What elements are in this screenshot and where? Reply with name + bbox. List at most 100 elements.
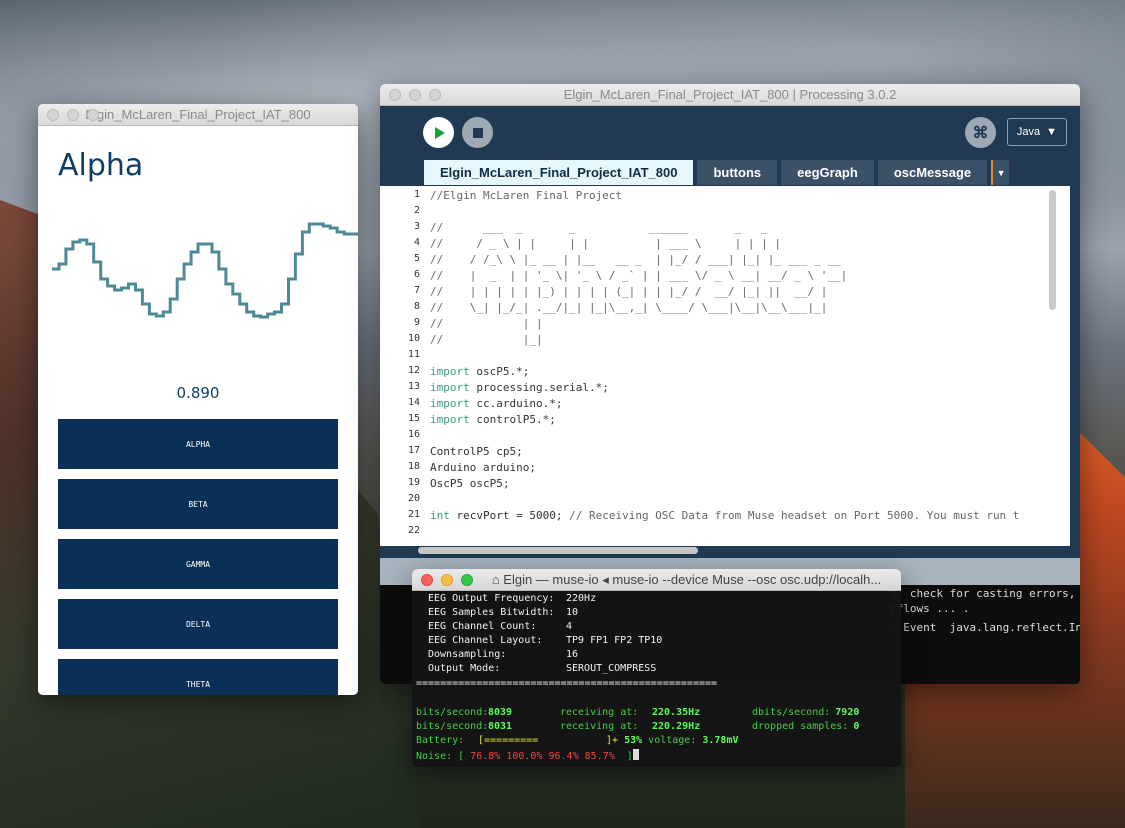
eeg-waveform <box>52 222 358 319</box>
delta-button[interactable]: DELTA <box>58 599 338 649</box>
line-number: 14 <box>407 397 420 408</box>
separator: ========================================… <box>416 678 718 689</box>
line-number-gutter: 1 2 3 4 5 6 7 8 9 10 11 12 13 14 15 16 17 18 19 20 21 22 <box>380 186 424 546</box>
stat-bits-label: bits/second: <box>416 707 489 718</box>
line-number: 10 <box>407 333 420 344</box>
tab-menu-button[interactable]: ▼ <box>991 160 1010 185</box>
alpha-button[interactable]: ALPHA <box>58 419 338 469</box>
mode-select[interactable]: Java ▼ <box>1007 118 1067 146</box>
ide-titlebar[interactable]: Elgin_McLaren_Final_Project_IAT_800 | Pr… <box>380 84 1080 106</box>
noise-row: Noise: [ 76.8% 100.0% 96.4% 85.7% ] <box>416 749 639 762</box>
line-number: 5 <box>413 253 420 264</box>
stat-extra-label: dropped samples: <box>752 721 849 732</box>
stats-row: bits/second:8039 receiving at: 220.35Hz dbi… <box>416 707 859 718</box>
line-number: 4 <box>413 237 420 248</box>
config-row: EEG Channel Layout: TP9 FP1 FP2 TP10 <box>428 635 662 646</box>
stat-extra: 7920 <box>835 707 860 718</box>
code-line: // / /_\ \ |_ __ | |__ __ _ | |_/ / ___|… <box>430 253 841 266</box>
terminal-title: Elgin — muse-io ◂ muse-io --device Muse … <box>503 571 882 587</box>
noise-value: 76.8% <box>470 751 501 762</box>
code-line: // | | <box>430 317 543 330</box>
stat-extra-label: dbits/second: <box>752 707 831 718</box>
terminal-titlebar[interactable]: ⌂ Elgin — muse-io ◂ muse-io --device Mus… <box>412 569 901 591</box>
run-button[interactable] <box>423 117 454 148</box>
mode-label: Java <box>1016 126 1041 138</box>
minimize-button[interactable] <box>441 574 453 586</box>
config-value: 10 <box>566 607 579 618</box>
stat-extra: 0 <box>853 721 860 732</box>
line-number: 1 <box>413 189 420 200</box>
terminal-cursor <box>632 749 639 760</box>
debug-butterfly-icon[interactable]: ⌘ <box>965 117 996 148</box>
zoom-button[interactable] <box>429 89 441 101</box>
line-number: 2 <box>413 205 420 216</box>
code-line: OscP5 oscP5; <box>430 477 510 490</box>
line-number: 18 <box>407 461 420 472</box>
stat-recv-label: receiving at: <box>560 721 639 732</box>
line-number: 7 <box>413 285 420 296</box>
tab-eeggraph[interactable]: eegGraph <box>781 160 874 185</box>
tab-main[interactable]: Elgin_McLaren_Final_Project_IAT_800 <box>424 160 694 185</box>
config-label: Output Mode: <box>428 663 501 674</box>
stat-recv: 220.29Hz <box>652 721 701 732</box>
tab-buttons[interactable]: buttons <box>697 160 778 185</box>
ide-toolbar: ⌘ Java ▼ <box>380 106 1080 160</box>
terminal-output[interactable]: EEG Output Frequency: 220Hz EEG Samples Bi… <box>412 591 901 767</box>
beta-button[interactable]: BETA <box>58 479 338 529</box>
line-number: 16 <box>407 429 420 440</box>
config-value: 220Hz <box>566 593 597 604</box>
config-value: 4 <box>566 621 573 632</box>
code-line: // \_| |_/_| .__/|_| |_|\__,_| \____/ \_… <box>430 301 828 314</box>
battery-bar: [========= <box>478 735 539 746</box>
zoom-button[interactable] <box>461 574 473 586</box>
console-line: rflows ... . <box>890 602 970 615</box>
stat-bits-label: bits/second: <box>416 721 489 732</box>
stat-recv-label: receiving at: <box>560 707 639 718</box>
close-button[interactable] <box>421 574 433 586</box>
terminal-window: ⌂ Elgin — muse-io ◂ muse-io --device Mus… <box>412 569 901 767</box>
stop-button[interactable] <box>462 117 493 148</box>
config-label: Downsampling: <box>428 649 507 660</box>
code-editor[interactable]: 1 2 3 4 5 6 7 8 9 10 11 12 13 14 15 16 17 18 19 20 21 22 //El… <box>380 186 1070 554</box>
noise-label: Noise: [ <box>416 751 465 762</box>
chevron-down-icon: ▼ <box>1046 126 1058 138</box>
line-number: 20 <box>407 493 420 504</box>
battery-row: Battery: [=========]+ 53% voltage: 3.78mV <box>416 735 739 746</box>
code-line: // |_| <box>430 333 543 346</box>
minimize-button[interactable] <box>409 89 421 101</box>
line-number: 22 <box>407 525 420 536</box>
code-area[interactable]: //Elgin McLaren Final Project // ___ _ _ … <box>430 186 1056 538</box>
minimize-button[interactable] <box>67 109 79 121</box>
code-line: ControlP5 cp5; <box>430 445 523 458</box>
editor-horizontal-scrollbar[interactable] <box>418 547 698 554</box>
stop-icon <box>472 127 483 138</box>
code-line: // | | | | | |_) | | | | (_| | | |_/ / _… <box>430 285 828 298</box>
tab-oscmessage[interactable]: oscMessage <box>877 160 988 185</box>
gamma-button[interactable]: GAMMA <box>58 539 338 589</box>
code-line: import controlP5.*; <box>430 413 556 426</box>
config-value: 16 <box>566 649 579 660</box>
config-row: EEG Samples Bitwidth: 10 <box>428 607 578 618</box>
battery-bar-end: ]+ <box>606 735 619 746</box>
close-button[interactable] <box>47 109 59 121</box>
config-label: EEG Samples Bitwidth: <box>428 607 555 618</box>
sketch-titlebar[interactable]: Elgin_McLaren_Final_Project_IAT_800 <box>38 104 358 126</box>
home-icon: ⌂ <box>491 572 504 587</box>
line-number: 17 <box>407 445 420 456</box>
line-number: 21 <box>407 509 420 520</box>
zoom-button[interactable] <box>87 109 99 121</box>
config-label: EEG Channel Count: <box>428 621 537 632</box>
code-line: import processing.serial.*; <box>430 381 609 394</box>
close-button[interactable] <box>389 89 401 101</box>
theta-button[interactable]: THETA <box>58 659 338 695</box>
sketch-window-title: Elgin_McLaren_Final_Project_IAT_800 <box>85 107 311 122</box>
line-number: 19 <box>407 477 420 488</box>
line-number: 13 <box>407 381 420 392</box>
code-line: import oscP5.*; <box>430 365 530 378</box>
config-row: Downsampling: 16 <box>428 649 578 660</box>
band-heading: Alpha <box>58 148 144 183</box>
play-icon <box>434 126 445 139</box>
editor-vertical-scrollbar[interactable] <box>1049 190 1056 310</box>
line-number: 11 <box>407 349 420 360</box>
sketch-window: Elgin_McLaren_Final_Project_IAT_800 Alph… <box>38 104 358 695</box>
